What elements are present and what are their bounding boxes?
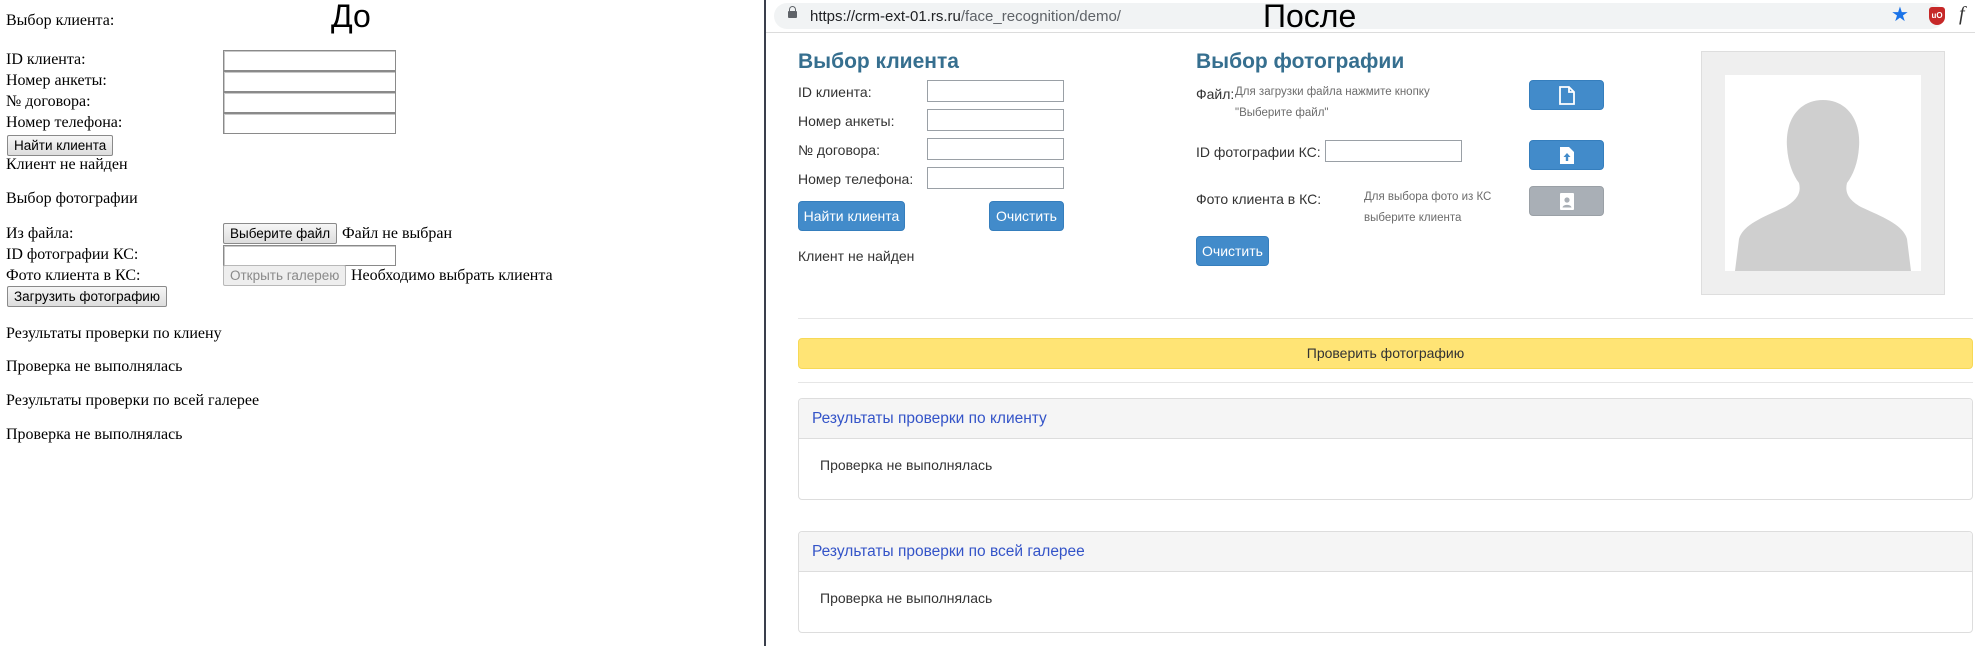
form-number-label: Номер анкеты: bbox=[798, 113, 895, 129]
client-status-text: Клиент не найден bbox=[6, 156, 128, 173]
gallery-results-panel: Результаты проверки по всей галерее Пров… bbox=[798, 531, 1973, 633]
form-number-label: Номер анкеты: bbox=[6, 72, 107, 89]
file-label: Файл: bbox=[1196, 86, 1235, 102]
ublock-icon[interactable]: uO bbox=[1929, 7, 1945, 25]
client-results-status: Проверка не выполнялась bbox=[820, 457, 993, 473]
url-text[interactable]: https://crm-ext-01.rs.ru/face_recognitio… bbox=[810, 8, 1121, 25]
client-section-title: Выбор клиента bbox=[798, 50, 959, 73]
photo-section-title: Выбор фотографии bbox=[1196, 50, 1405, 73]
separator-top bbox=[798, 318, 1973, 319]
contract-number-input[interactable] bbox=[223, 92, 396, 113]
photo-preview bbox=[1701, 51, 1945, 295]
client-results-status: Проверка не выполнялась bbox=[6, 358, 183, 375]
phone-number-input[interactable] bbox=[223, 113, 396, 134]
phone-number-label: Номер телефона: bbox=[798, 171, 914, 187]
client-results-title: Результаты проверки по клиенту bbox=[799, 399, 1972, 439]
from-file-label: Из файла: bbox=[6, 225, 74, 242]
contact-photo-icon bbox=[1560, 193, 1574, 210]
after-caption: После bbox=[1263, 0, 1357, 34]
client-photo-label: Фото клиента в КС: bbox=[1196, 191, 1322, 207]
contract-number-input[interactable] bbox=[927, 138, 1064, 160]
gallery-results-status: Проверка не выполнялась bbox=[6, 426, 183, 443]
photo-id-label: ID фотографии КС: bbox=[6, 246, 139, 263]
star-icon[interactable]: ★ bbox=[1891, 2, 1909, 27]
photo-section-title: Выбор фотографии bbox=[6, 190, 138, 207]
client-results-title: Результаты проверки по клиену bbox=[6, 325, 222, 342]
lock-icon bbox=[788, 6, 797, 18]
phone-number-label: Номер телефона: bbox=[6, 114, 123, 131]
browser-address-bar: https://crm-ext-01.rs.ru/face_recognitio… bbox=[766, 0, 1975, 33]
find-client-button[interactable]: Найти клиента bbox=[798, 201, 905, 231]
photo-id-input[interactable] bbox=[1325, 140, 1462, 162]
separator-bottom bbox=[798, 382, 1973, 383]
client-photo-label: Фото клиента в КС: bbox=[6, 267, 141, 284]
after-panel: https://crm-ext-01.rs.ru/face_recognitio… bbox=[766, 0, 1975, 646]
need-client-text: Необходимо выбрать клиента bbox=[351, 267, 553, 284]
choose-file-button[interactable]: Выберите файл bbox=[223, 223, 338, 244]
file-icon bbox=[1559, 86, 1575, 105]
client-photo-hint: Для выбора фото из КС выберите клиента bbox=[1364, 191, 1492, 224]
photo-preview-inner bbox=[1725, 75, 1921, 271]
extension-f-icon[interactable]: f bbox=[1959, 3, 1965, 26]
form-number-input[interactable] bbox=[223, 71, 396, 92]
client-section-title: Выбор клиента: bbox=[6, 12, 115, 29]
gallery-results-status: Проверка не выполнялась bbox=[820, 590, 993, 606]
photo-id-label: ID фотографии КС: bbox=[1196, 144, 1321, 160]
gallery-results-title: Результаты проверки по всей галерее bbox=[799, 532, 1972, 572]
find-client-button[interactable]: Найти клиента bbox=[7, 135, 114, 156]
clear-client-button[interactable]: Очистить bbox=[989, 201, 1064, 231]
client-results-panel: Результаты проверки по клиенту Проверка … bbox=[798, 398, 1973, 500]
file-hint: Для загрузки файла нажмите кнопку "Выбер… bbox=[1235, 86, 1430, 119]
url-box[interactable]: https://crm-ext-01.rs.ru/face_recognitio… bbox=[774, 3, 1944, 29]
client-id-input[interactable] bbox=[927, 80, 1064, 102]
client-id-label: ID клиента: bbox=[798, 84, 872, 100]
before-caption: До bbox=[331, 0, 371, 34]
phone-number-input[interactable] bbox=[927, 167, 1064, 189]
open-gallery-button[interactable] bbox=[1529, 186, 1604, 216]
before-panel: До Выбор клиента: ID клиента: Номер анке… bbox=[0, 0, 764, 646]
form-number-input[interactable] bbox=[927, 109, 1064, 131]
no-file-text: Файл не выбран bbox=[342, 225, 453, 242]
open-gallery-button[interactable]: Открыть галерею bbox=[223, 265, 347, 286]
verify-photo-button[interactable]: Проверить фотографию bbox=[798, 338, 1973, 369]
photo-id-input[interactable] bbox=[223, 245, 396, 266]
clear-photo-button[interactable]: Очистить bbox=[1196, 236, 1269, 266]
contract-number-label: № договора: bbox=[6, 93, 91, 110]
contract-number-label: № договора: bbox=[798, 142, 880, 158]
upload-photo-button[interactable]: Загрузить фотографию bbox=[7, 286, 167, 307]
client-status-text: Клиент не найден bbox=[798, 248, 915, 264]
choose-file-button[interactable] bbox=[1529, 80, 1604, 110]
avatar-placeholder-icon bbox=[1735, 100, 1911, 271]
upload-icon bbox=[1560, 147, 1574, 164]
client-id-input[interactable] bbox=[223, 50, 396, 71]
client-id-label: ID клиента: bbox=[6, 51, 86, 68]
gallery-results-title: Результаты проверки по всей галерее bbox=[6, 392, 260, 409]
upload-photo-button[interactable] bbox=[1529, 140, 1604, 170]
